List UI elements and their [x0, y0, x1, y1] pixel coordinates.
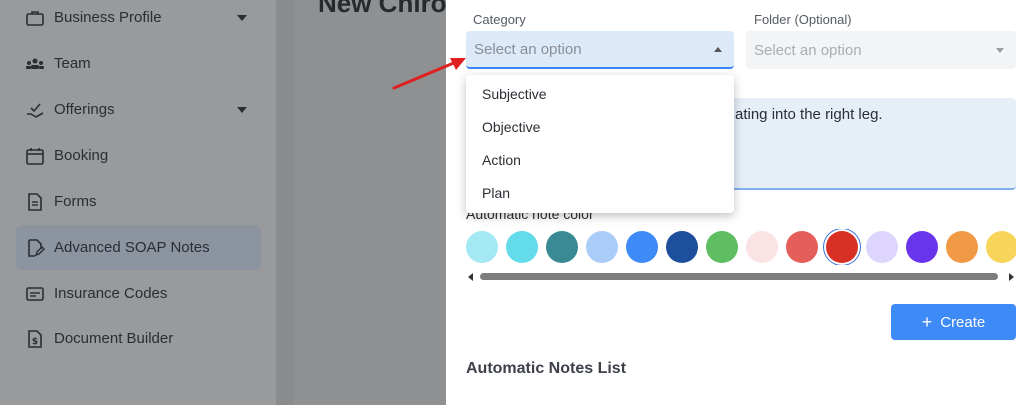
automatic-notes-list-title: Automatic Notes List: [466, 360, 627, 377]
sidebar-item-label: Team: [54, 55, 91, 72]
sidebar-item-insurance-codes[interactable]: Insurance Codes: [16, 271, 261, 316]
sidebar-item-offerings[interactable]: Offerings: [16, 87, 261, 132]
category-dropdown-menu: Subjective Objective Action Plan: [466, 75, 734, 213]
chevron-down-icon: [237, 106, 247, 113]
color-swatch[interactable]: [866, 231, 898, 263]
sidebar-item-label: Business Profile: [54, 9, 162, 26]
color-swatch[interactable]: [506, 231, 538, 263]
scroll-right-icon[interactable]: [1009, 273, 1014, 281]
color-swatch[interactable]: [466, 231, 498, 263]
sidebar-item-business-profile[interactable]: Business Profile: [16, 0, 261, 40]
team-icon: [24, 53, 46, 75]
sidebar-item-team[interactable]: Team: [16, 41, 261, 86]
color-swatch[interactable]: [986, 231, 1016, 263]
color-swatch[interactable]: [626, 231, 658, 263]
chevron-down-icon: [996, 48, 1004, 53]
scrollbar-thumb[interactable]: [480, 273, 998, 280]
color-swatch[interactable]: [586, 231, 618, 263]
annotation-arrow-icon: [392, 58, 466, 90]
sidebar: Business Profile Team Offerings Booking …: [0, 0, 276, 405]
sidebar-item-label: Offerings: [54, 101, 115, 118]
category-label: Category: [473, 12, 526, 27]
create-button[interactable]: + Create: [891, 304, 1016, 340]
color-swatch[interactable]: [666, 231, 698, 263]
category-select[interactable]: Select an option: [466, 31, 734, 69]
category-option-plan[interactable]: Plan: [466, 176, 734, 209]
chevron-down-icon: [237, 14, 247, 21]
chevron-up-icon: [714, 47, 722, 52]
color-scrollbar[interactable]: [466, 271, 1016, 283]
folder-select[interactable]: Select an option: [746, 31, 1016, 69]
sidebar-item-document-builder[interactable]: $ Document Builder: [16, 316, 261, 361]
page-title: New Chiro: [318, 0, 447, 18]
sidebar-item-label: Forms: [54, 193, 97, 210]
category-option-action[interactable]: Action: [466, 143, 734, 176]
create-note-panel: Category Folder (Optional) Select an opt…: [446, 0, 1024, 405]
folder-placeholder: Select an option: [754, 41, 862, 59]
category-option-objective[interactable]: Objective: [466, 110, 734, 143]
sidebar-item-forms[interactable]: Forms: [16, 179, 261, 224]
scroll-left-icon[interactable]: [468, 273, 473, 281]
dollar-document-icon: $: [24, 328, 46, 350]
edit-document-icon: [24, 237, 46, 259]
offerings-icon: [24, 99, 46, 121]
sidebar-item-label: Document Builder: [54, 330, 174, 347]
color-swatch[interactable]: [786, 231, 818, 263]
sidebar-item-label: Advanced SOAP Notes: [54, 239, 210, 256]
document-icon: [24, 191, 46, 213]
color-swatch[interactable]: [746, 231, 778, 263]
sidebar-item-label: Insurance Codes: [54, 285, 168, 302]
color-swatch-row: [466, 229, 1016, 265]
color-swatch[interactable]: [826, 231, 858, 263]
category-placeholder: Select an option: [474, 40, 582, 58]
sidebar-item-advanced-soap-notes[interactable]: Advanced SOAP Notes: [16, 225, 261, 270]
create-button-label: Create: [940, 313, 986, 331]
sidebar-item-label: Booking: [54, 147, 109, 164]
note-text: ating into the right leg.: [735, 106, 883, 123]
calendar-icon: [24, 145, 46, 167]
briefcase-icon: [24, 7, 46, 29]
card-icon: [24, 283, 46, 305]
color-swatch[interactable]: [946, 231, 978, 263]
color-swatch[interactable]: [906, 231, 938, 263]
color-swatch[interactable]: [546, 231, 578, 263]
sidebar-item-booking[interactable]: Booking: [16, 133, 261, 178]
category-option-subjective[interactable]: Subjective: [466, 77, 734, 110]
color-swatch[interactable]: [706, 231, 738, 263]
plus-icon: +: [921, 311, 933, 332]
svg-text:$: $: [32, 337, 38, 347]
folder-label: Folder (Optional): [754, 12, 852, 27]
